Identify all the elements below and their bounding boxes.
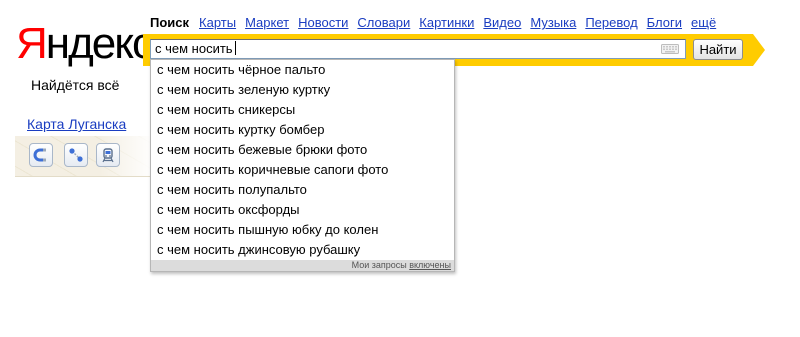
search-field[interactable]: с чем носить: [150, 39, 686, 59]
service-translate[interactable]: Перевод: [585, 15, 637, 30]
service-news[interactable]: Новости: [298, 15, 348, 30]
suggest-item[interactable]: с чем носить чёрное пальто: [151, 60, 454, 80]
suggest-item[interactable]: с чем носить джинсовую рубашку: [151, 240, 454, 260]
service-video[interactable]: Видео: [483, 15, 521, 30]
services-nav: Поиск Карты Маркет Новости Словари Карти…: [150, 15, 725, 30]
route-icon: [69, 148, 83, 162]
suggest-item[interactable]: с чем носить оксфорды: [151, 200, 454, 220]
service-maps[interactable]: Карты: [199, 15, 236, 30]
suggest-item[interactable]: с чем носить сникерсы: [151, 100, 454, 120]
service-blogs[interactable]: Блоги: [647, 15, 682, 30]
service-music[interactable]: Музыка: [530, 15, 576, 30]
suggest-item[interactable]: с чем носить бежевые брюки фото: [151, 140, 454, 160]
city-map-link[interactable]: Карта Луганска: [27, 116, 126, 132]
suggest-dropdown: с чем носить чёрное пальто с чем носить …: [150, 59, 455, 272]
service-dictionaries[interactable]: Словари: [357, 15, 410, 30]
magnet-icon: [33, 148, 46, 162]
find-button[interactable]: Найти: [693, 39, 743, 60]
route-button[interactable]: [64, 143, 88, 167]
suggest-footer: Мои запросы включены: [151, 260, 454, 271]
suggest-item[interactable]: с чем носить полупальто: [151, 180, 454, 200]
logo-first-letter: Я: [16, 19, 48, 68]
slogan: Найдётся всё: [31, 77, 120, 93]
suggest-item[interactable]: с чем носить зеленую куртку: [151, 80, 454, 100]
text-caret: [234, 41, 236, 55]
train-icon: [102, 148, 114, 163]
train-button[interactable]: [96, 143, 120, 167]
search-input[interactable]: с чем носить: [155, 40, 236, 58]
suggest-item[interactable]: с чем носить коричневые сапоги фото: [151, 160, 454, 180]
service-images[interactable]: Картинки: [419, 15, 474, 30]
yandex-logo[interactable]: Яндекс: [16, 19, 154, 68]
suggest-item[interactable]: с чем носить куртку бомбер: [151, 120, 454, 140]
yandex-home: Яндекс Найдётся всё Поиск Карты Маркет Н…: [0, 0, 800, 337]
magnet-button[interactable]: [29, 143, 53, 167]
keyboard-icon[interactable]: [661, 44, 679, 54]
service-market[interactable]: Маркет: [245, 15, 289, 30]
my-queries-toggle-link[interactable]: включены: [409, 260, 451, 270]
search-band-arrow: [753, 34, 765, 66]
suggest-item[interactable]: с чем носить пышную юбку до колен: [151, 220, 454, 240]
logo-rest: ндекс: [45, 19, 154, 68]
search-input-value: с чем носить: [155, 41, 233, 56]
service-search: Поиск: [150, 15, 190, 30]
my-queries-label: Мои запросы: [351, 260, 407, 270]
service-more[interactable]: ещё: [691, 15, 716, 30]
